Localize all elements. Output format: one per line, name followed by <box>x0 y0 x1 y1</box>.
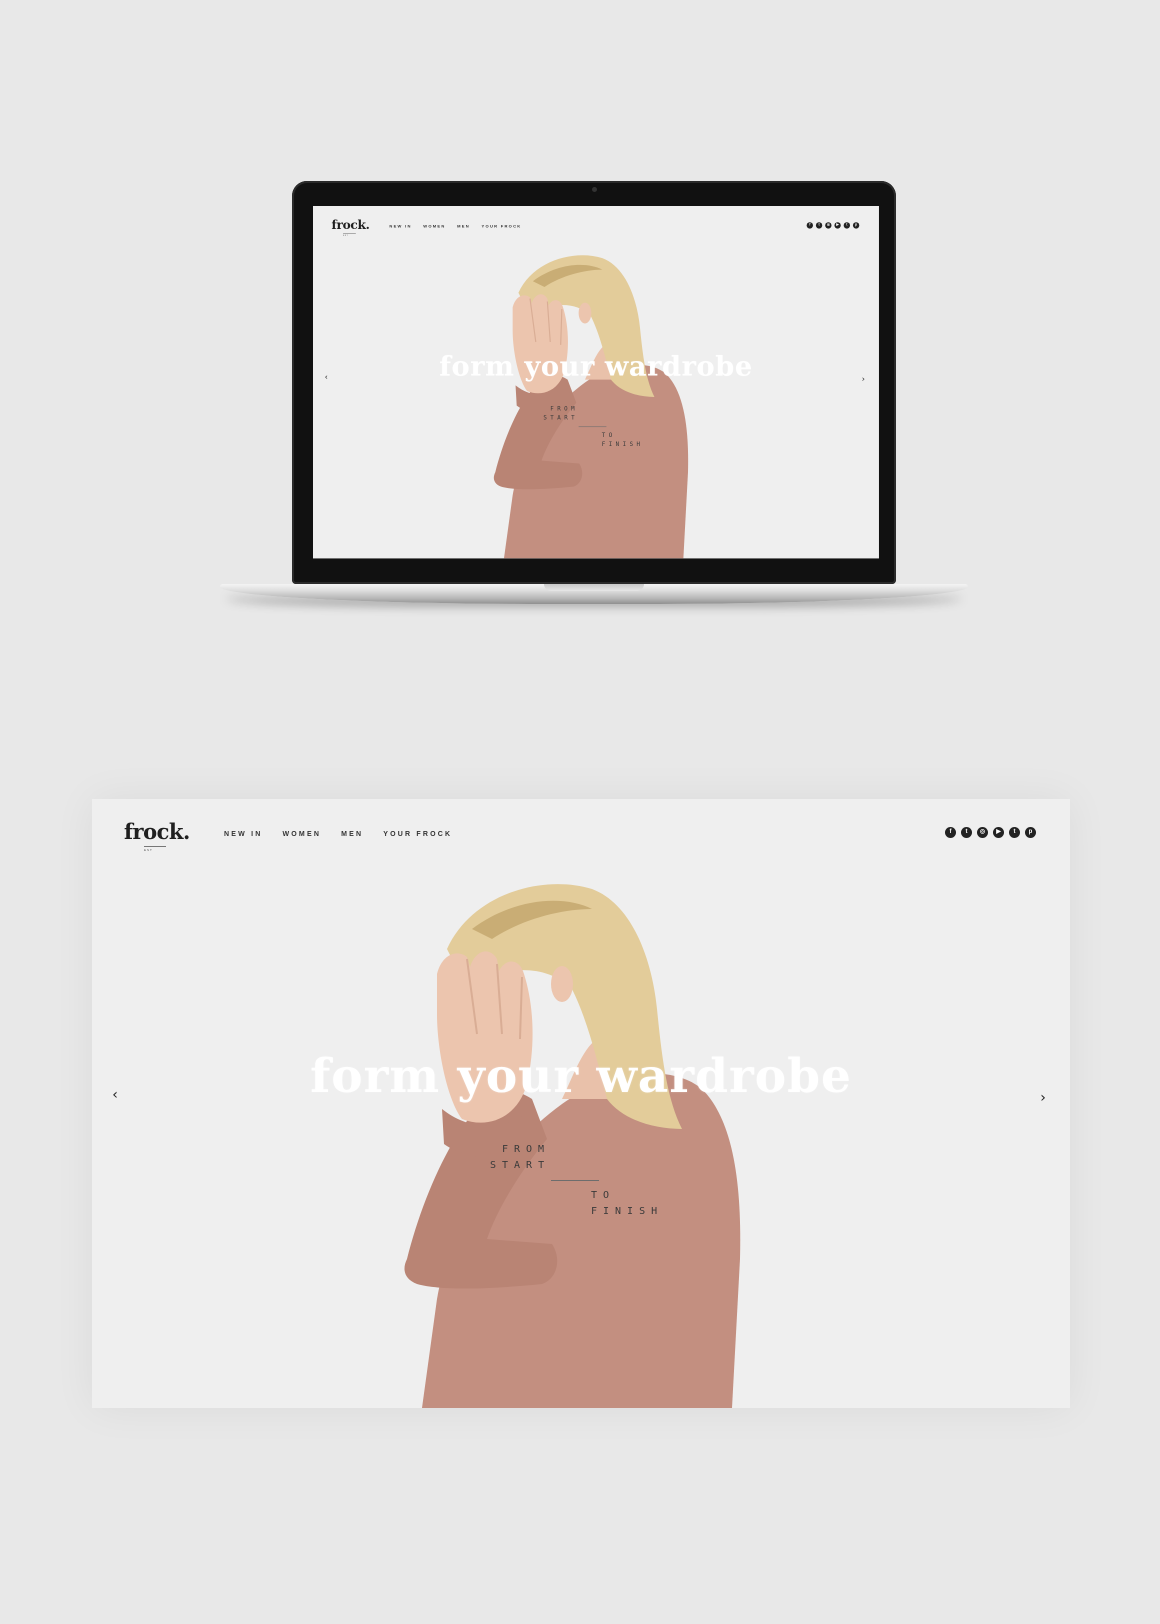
laptop-notch <box>544 584 644 591</box>
nav-your-frock[interactable]: YOUR FROCK <box>482 225 522 229</box>
nav-women[interactable]: WOMEN <box>282 831 321 838</box>
nav-new-in[interactable]: NEW IN <box>389 225 411 229</box>
logo[interactable]: frock. EST <box>332 218 370 237</box>
nav-women[interactable]: WOMEN <box>423 225 445 229</box>
youtube-icon[interactable]: ▶ <box>993 827 1004 838</box>
instagram-icon[interactable]: ◎ <box>825 222 832 229</box>
nav-men[interactable]: MEN <box>457 225 470 229</box>
laptop-camera <box>592 187 597 192</box>
tagline-finish: FINISH <box>591 1206 664 1217</box>
hero-headline: form your wardrobe <box>310 1049 852 1104</box>
laptop-base <box>220 584 968 604</box>
site-page-small: frock. EST NEW IN WOMEN MEN YOUR FROCK f… <box>313 206 879 559</box>
instagram-icon[interactable]: ◎ <box>977 827 988 838</box>
logo-wordmark[interactable]: frock. <box>332 218 370 232</box>
nav-new-in[interactable]: NEW IN <box>224 831 262 838</box>
site-page: frock. EST NEW IN WOMEN MEN YOUR FROCK f… <box>92 799 1070 1408</box>
twitter-icon[interactable]: t <box>961 827 972 838</box>
tagline-from: FROM <box>550 405 579 413</box>
tagline-from: FROM <box>502 1144 551 1155</box>
next-slide-arrow-icon[interactable]: › <box>1036 1090 1050 1106</box>
youtube-icon[interactable]: ▶ <box>834 222 841 229</box>
twitter-icon[interactable]: t <box>815 222 823 229</box>
logo-subtitle: EST <box>144 846 166 852</box>
prev-slide-arrow-icon[interactable]: ‹ <box>108 1087 122 1103</box>
tagline-start: START <box>490 1160 551 1171</box>
facebook-icon[interactable]: f <box>806 222 813 229</box>
logo-wordmark[interactable]: frock. <box>124 819 190 844</box>
hero-headline: form your wardrobe <box>439 350 753 383</box>
tagline-divider <box>578 426 607 428</box>
tumblr-icon[interactable]: t <box>843 222 851 229</box>
laptop-mockup: frock. EST NEW IN WOMEN MEN YOUR FROCK f… <box>220 181 968 614</box>
mockup-stage: frock. EST NEW IN WOMEN MEN YOUR FROCK f… <box>0 0 1160 1624</box>
facebook-icon[interactable]: f <box>945 827 956 838</box>
tagline-to: TO <box>591 1190 616 1201</box>
nav-men[interactable]: MEN <box>341 831 363 838</box>
pinterest-icon[interactable]: p <box>1025 827 1036 838</box>
tagline-divider <box>551 1180 599 1181</box>
main-nav: NEW IN WOMEN MEN YOUR FROCK <box>224 831 452 838</box>
tagline-start: START <box>543 414 579 422</box>
pinterest-icon[interactable]: p <box>852 222 860 229</box>
logo-subtitle: EST <box>343 233 356 237</box>
prev-slide-arrow-icon[interactable]: ‹ <box>322 373 330 382</box>
laptop-screen: frock. EST NEW IN WOMEN MEN YOUR FROCK f… <box>313 206 879 561</box>
laptop-lid: frock. EST NEW IN WOMEN MEN YOUR FROCK f… <box>292 181 896 584</box>
logo[interactable]: frock. EST <box>124 819 190 852</box>
social-links: f t ◎ ▶ t p <box>945 827 1036 838</box>
next-slide-arrow-icon[interactable]: › <box>859 374 867 383</box>
social-links: f t ◎ ▶ t p <box>806 222 860 229</box>
tagline-to: TO <box>601 432 616 439</box>
tumblr-icon[interactable]: t <box>1009 827 1020 838</box>
main-nav: NEW IN WOMEN MEN YOUR FROCK <box>389 225 521 229</box>
nav-your-frock[interactable]: YOUR FROCK <box>383 831 452 838</box>
site-page-large: frock. EST NEW IN WOMEN MEN YOUR FROCK f… <box>92 799 1070 1408</box>
tagline-finish: FINISH <box>601 441 644 448</box>
